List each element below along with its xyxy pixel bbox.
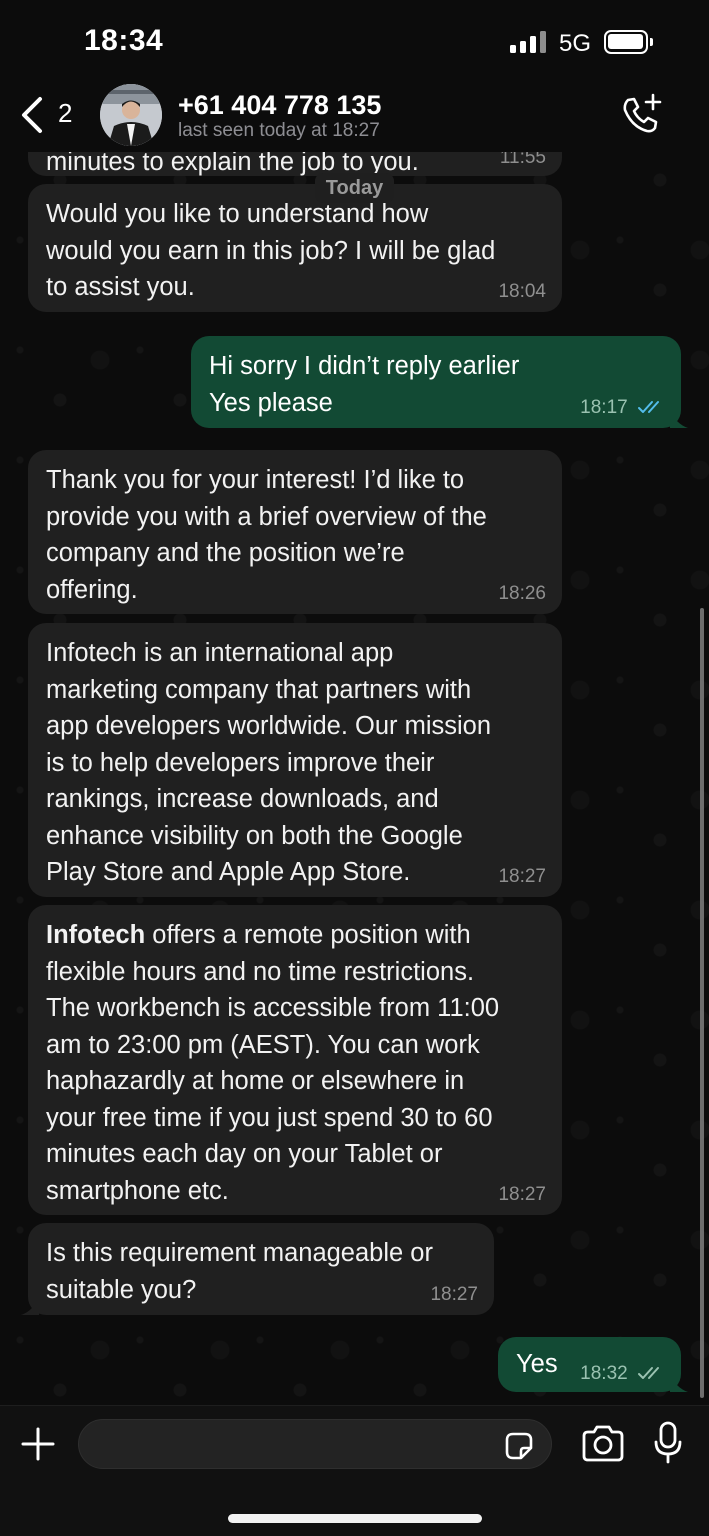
message-bubble-incoming[interactable]: Infotech is an international app marketi…	[28, 623, 562, 897]
contact-name[interactable]: +61 404 778 135	[178, 90, 381, 121]
voice-message-button[interactable]	[652, 1420, 684, 1466]
back-chevron-icon	[22, 97, 42, 133]
message-bubble-incoming[interactable]: Is this requirement manageable or suitab…	[21, 1223, 494, 1315]
message-time: 18:27	[498, 1184, 546, 1205]
message-bubble-incoming[interactable]: Infotech offers a remote position with f…	[28, 905, 562, 1215]
delivered-receipt-icon	[638, 1367, 659, 1379]
status-bar: 18:34 5G	[0, 0, 709, 82]
home-indicator[interactable]	[228, 1514, 482, 1523]
message-text: Would you like to understand how would y…	[46, 200, 496, 301]
message-time: 18:27	[430, 1284, 478, 1305]
read-receipt-icon	[638, 401, 659, 413]
last-seen-status: last seen today at 18:27	[178, 120, 380, 141]
call-add-icon	[623, 93, 662, 133]
message-time: 18:04	[498, 281, 546, 302]
message-time-label: 18:17	[580, 397, 628, 418]
message-bubble-outgoing[interactable]: Yes 18:32	[498, 1337, 688, 1392]
avatar[interactable]	[100, 84, 162, 146]
add-call-button[interactable]	[618, 92, 664, 138]
attach-button[interactable]	[18, 1424, 58, 1464]
message-input[interactable]	[78, 1419, 552, 1469]
back-button[interactable]: 2	[14, 92, 84, 138]
chat-header: 2 +61 404 778 135 last seen today at 18:…	[0, 82, 709, 152]
message-text: Infotech is an international app marketi…	[46, 639, 492, 886]
signal-icon	[510, 31, 548, 53]
message-time: 18:26	[498, 583, 546, 604]
unread-count: 2	[58, 98, 73, 128]
message-bubble-incoming[interactable]: Would you like to understand how would y…	[28, 184, 562, 312]
message-time: 18:17	[580, 398, 665, 418]
message-body: offers a remote position with flexible h…	[46, 921, 500, 1205]
scrollbar[interactable]	[700, 608, 704, 1398]
message-bubble-incoming[interactable]: Thank you for your interest! I’d like to…	[28, 450, 562, 614]
message-time: 18:27	[498, 866, 546, 887]
sticker-icon	[505, 1432, 533, 1460]
message-text: Is this requirement manageable or suitab…	[46, 1239, 433, 1304]
message-time: 18:32	[580, 1364, 665, 1384]
message-time-label: 18:32	[580, 1363, 628, 1384]
sticker-button[interactable]	[502, 1429, 536, 1463]
company-name-bold: Infotech	[46, 921, 146, 949]
message-text: Thank you for your interest! I’d like to…	[46, 466, 487, 604]
date-divider: Today	[315, 173, 394, 203]
status-time: 18:34	[84, 24, 164, 57]
message-composer	[0, 1405, 709, 1536]
camera-button[interactable]	[580, 1422, 626, 1466]
battery-icon	[604, 30, 653, 54]
message-bubble-outgoing[interactable]: Hi sorry I didn’t reply earlier Yes plea…	[191, 336, 688, 428]
network-type: 5G	[559, 30, 592, 57]
microphone-icon	[654, 1421, 682, 1464]
plus-icon	[21, 1427, 55, 1461]
camera-icon	[582, 1425, 624, 1462]
message-text: Infotech offers a remote position with f…	[46, 917, 562, 1209]
